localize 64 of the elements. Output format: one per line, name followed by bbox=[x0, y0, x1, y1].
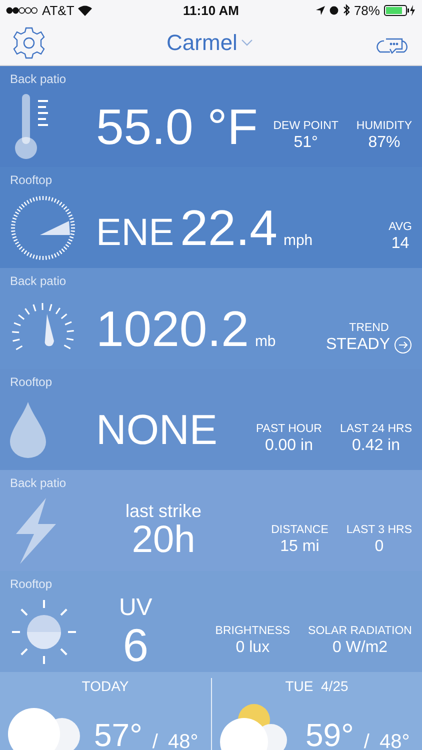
stat-value: 14 bbox=[391, 234, 410, 252]
forecast-day: TODAY bbox=[82, 678, 129, 694]
stat-value: 15 mi bbox=[280, 538, 320, 556]
stat-value: 0 bbox=[374, 538, 384, 556]
weather-card[interactable]: Rooftop ENE 22.4 mph AVG 14 bbox=[0, 167, 422, 268]
stat-label: LAST 3 HRS bbox=[346, 524, 412, 536]
stat-label: SOLAR RADIATION bbox=[308, 624, 412, 636]
unit-label: mph bbox=[283, 232, 313, 248]
forecast-day: TUE 4/25 bbox=[285, 678, 348, 694]
reading-value: 1020.2 bbox=[96, 304, 249, 354]
weather-card[interactable]: Rooftop UV 6 BRIGHTNESS 0 lux SOLAR RADIATION 0 W/m2 bbox=[0, 571, 422, 672]
stat-value: 0 lux bbox=[236, 638, 270, 656]
station-label: Rooftop bbox=[10, 577, 52, 591]
arrow-right-circle-icon[interactable] bbox=[394, 336, 412, 354]
stat-value: 0.42 in bbox=[352, 436, 400, 454]
carrier-name: AT&T bbox=[42, 2, 74, 18]
settings-icon[interactable] bbox=[12, 26, 46, 60]
unit-label: mb bbox=[254, 332, 276, 350]
weather-card[interactable]: Back patio 1020.2 mb TREND STEADY bbox=[0, 268, 422, 369]
signal-strength-icon bbox=[6, 6, 38, 14]
reading-value: 55.0 °F bbox=[96, 102, 258, 152]
station-label: Back patio bbox=[10, 72, 66, 86]
weather-card[interactable]: Rooftop NONE PAST HOUR 0.00 in LAST 24 HRS 0.42 in bbox=[0, 369, 422, 470]
station-label: Rooftop bbox=[10, 375, 52, 389]
stat-value: 0.00 in bbox=[264, 436, 313, 454]
reading-value: 22.4 bbox=[180, 202, 278, 252]
temperature-separator: / bbox=[152, 731, 158, 750]
station-label: Back patio bbox=[10, 274, 66, 288]
clock-time: 11:10 AM bbox=[183, 2, 239, 18]
stat-value: STEADY bbox=[326, 336, 390, 354]
station-label: Rooftop bbox=[10, 173, 52, 187]
stat-label: PAST HOUR bbox=[256, 422, 322, 434]
low-temperature: 48° bbox=[379, 731, 410, 750]
battery-percentage: 78% bbox=[354, 2, 380, 18]
water-drop-icon bbox=[10, 402, 46, 458]
stat-value: 0 W/m2 bbox=[332, 638, 388, 656]
location-selector[interactable]: Carmel bbox=[166, 30, 254, 56]
stat-value: 51° bbox=[294, 134, 318, 152]
reading-value: 6 bbox=[122, 622, 148, 668]
compass-dial-icon bbox=[10, 194, 76, 260]
wifi-icon bbox=[78, 4, 92, 16]
stat-value: 87% bbox=[368, 134, 400, 152]
weather-card[interactable]: Back patio last strike 20h DISTANCE 15 mi LAST 3 HRS 0 bbox=[0, 470, 422, 571]
temperature-separator: / bbox=[364, 731, 370, 750]
reading-caption: last strike bbox=[126, 502, 202, 522]
reading-caption: UV bbox=[118, 595, 152, 622]
stat-label: BRIGHTNESS bbox=[215, 624, 290, 636]
bluetooth-icon bbox=[342, 4, 350, 16]
stat-label: DEW POINT bbox=[273, 120, 338, 132]
stat-label: HUMIDITY bbox=[356, 120, 412, 132]
wind-direction: ENE bbox=[96, 214, 174, 252]
sun-icon bbox=[10, 598, 78, 666]
reading-value: NONE bbox=[96, 408, 218, 450]
stat-label: DISTANCE bbox=[271, 524, 328, 536]
station-label: Back patio bbox=[10, 476, 66, 490]
reading-value: 20h bbox=[132, 521, 196, 560]
location-arrow-icon bbox=[316, 6, 325, 14]
stat-label: TREND bbox=[349, 322, 389, 334]
high-temperature: 59° bbox=[306, 717, 354, 750]
stat-label: LAST 24 HRS bbox=[340, 422, 412, 434]
high-temperature: 57° bbox=[94, 717, 142, 750]
low-temperature: 48° bbox=[168, 731, 198, 750]
battery-charging-icon bbox=[384, 4, 416, 16]
stat-label: AVG bbox=[388, 220, 412, 232]
